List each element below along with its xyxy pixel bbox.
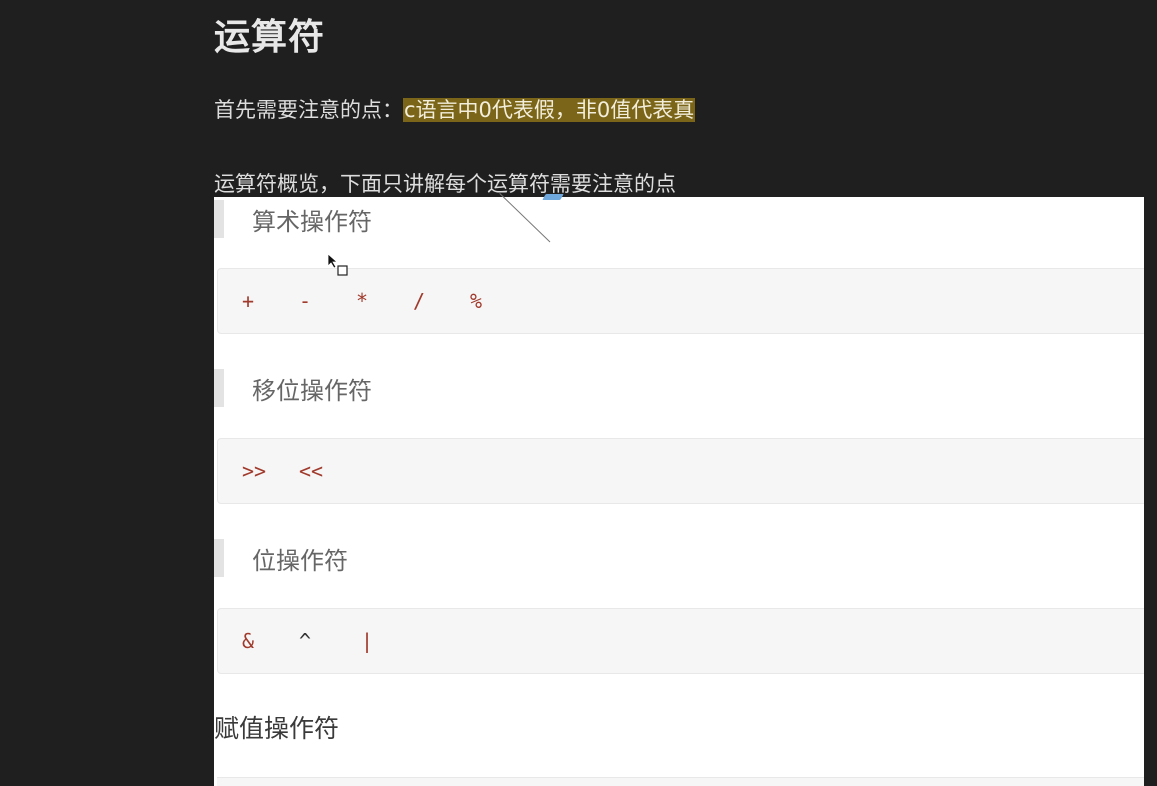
operator: ^ bbox=[299, 629, 312, 653]
document-page: 运算符 首先需要注意的点：c语言中0代表假，非0值代表真 运算符概览，下面只讲解… bbox=[0, 0, 1157, 786]
section-label: 算术操作符 bbox=[252, 207, 372, 236]
code-block-bitwise: & ^ | bbox=[217, 608, 1144, 674]
operator: % bbox=[470, 289, 483, 313]
mouse-pointer-icon bbox=[327, 253, 348, 276]
quote-bar bbox=[214, 539, 224, 577]
section-label: 移位操作符 bbox=[252, 376, 372, 405]
operator: + bbox=[242, 289, 255, 313]
highlighted-note[interactable]: c语言中0代表假，非0值代表真 bbox=[403, 98, 696, 122]
page-title: 运算符 bbox=[214, 17, 326, 58]
operators-screenshot: 算术操作符 + - * / % 移位操作符 >> << 位操作符 & ^ | 赋… bbox=[214, 197, 1144, 786]
operator: & bbox=[242, 629, 255, 653]
quote-bar bbox=[214, 369, 224, 407]
code-block-shift: >> << bbox=[217, 438, 1144, 504]
operator: * bbox=[356, 289, 369, 313]
section-arithmetic: 算术操作符 bbox=[214, 199, 372, 239]
section-bitwise: 位操作符 bbox=[214, 538, 348, 578]
overview-paragraph: 运算符概览，下面只讲解每个运算符需要注意的点 bbox=[214, 172, 676, 196]
operator: | bbox=[361, 629, 374, 653]
note-prefix: 首先需要注意的点： bbox=[214, 98, 403, 122]
quote-bar bbox=[214, 200, 224, 238]
operator: << bbox=[299, 459, 324, 483]
code-block-assignment bbox=[217, 777, 1144, 786]
section-label: 位操作符 bbox=[252, 546, 348, 575]
operator: >> bbox=[242, 459, 267, 483]
operator: / bbox=[413, 289, 426, 313]
annotation-mark bbox=[542, 194, 564, 200]
note-paragraph: 首先需要注意的点：c语言中0代表假，非0值代表真 bbox=[214, 94, 696, 124]
assignment-heading: 赋值操作符 bbox=[214, 714, 340, 743]
operator: - bbox=[299, 289, 312, 313]
section-shift: 移位操作符 bbox=[214, 368, 372, 408]
